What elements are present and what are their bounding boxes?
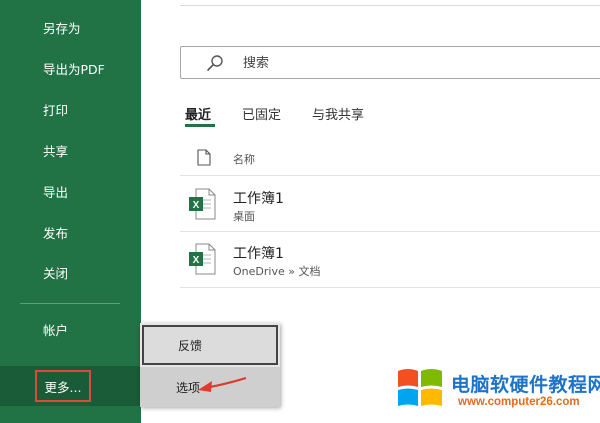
nav-item-account[interactable]: 帐户 (0, 311, 141, 347)
windows-logo-icon (398, 369, 442, 406)
file-location: 桌面 (233, 210, 255, 223)
file-row[interactable]: X 工作簿1 桌面 (180, 178, 600, 230)
search-icon (207, 55, 223, 71)
file-row[interactable]: X 工作簿1 OneDrive » 文档 (180, 233, 600, 285)
watermark-url: www.computer26.com (458, 396, 580, 408)
nav-item-more[interactable]: 更多... (0, 366, 141, 406)
backstage-sidebar: 另存为 导出为PDF 打印 共享 导出 发布 关闭 帐户 更多... (0, 0, 141, 423)
row-divider (180, 231, 600, 232)
search-box[interactable] (180, 46, 600, 79)
nav-item-share[interactable]: 共享 (0, 132, 141, 168)
excel-file-icon: X (189, 243, 216, 275)
active-tab-indicator (185, 124, 215, 127)
document-icon (197, 149, 211, 166)
excel-file-icon: X (189, 188, 216, 220)
file-list-header[interactable]: 名称 (180, 143, 600, 173)
watermark-title: 电脑软硬件教程网 (451, 374, 600, 396)
svg-text:X: X (193, 200, 200, 211)
file-name: 工作簿1 (233, 191, 284, 207)
top-divider (180, 5, 600, 6)
nav-item-save-as[interactable]: 另存为 (0, 9, 141, 45)
menu-item-feedback[interactable]: 反馈 (142, 325, 278, 365)
tab-shared-with-me[interactable]: 与我共享 (312, 104, 364, 124)
sidebar-divider (20, 303, 120, 304)
nav-item-export-pdf[interactable]: 导出为PDF (0, 50, 141, 86)
more-label: 更多... (35, 370, 91, 402)
row-divider (180, 287, 600, 288)
nav-item-close[interactable]: 关闭 (0, 254, 141, 290)
file-location: OneDrive » 文档 (233, 265, 321, 278)
column-header-name: 名称 (233, 153, 255, 166)
nav-item-print[interactable]: 打印 (0, 91, 141, 127)
tab-recent[interactable]: 最近 (185, 104, 211, 124)
search-input[interactable] (243, 53, 543, 73)
red-arrow-icon (198, 376, 247, 392)
tab-pinned[interactable]: 已固定 (242, 104, 281, 124)
row-divider (180, 175, 600, 176)
svg-text:X: X (193, 255, 200, 266)
file-name: 工作簿1 (233, 246, 284, 262)
nav-item-export[interactable]: 导出 (0, 173, 141, 209)
nav-item-publish[interactable]: 发布 (0, 214, 141, 250)
